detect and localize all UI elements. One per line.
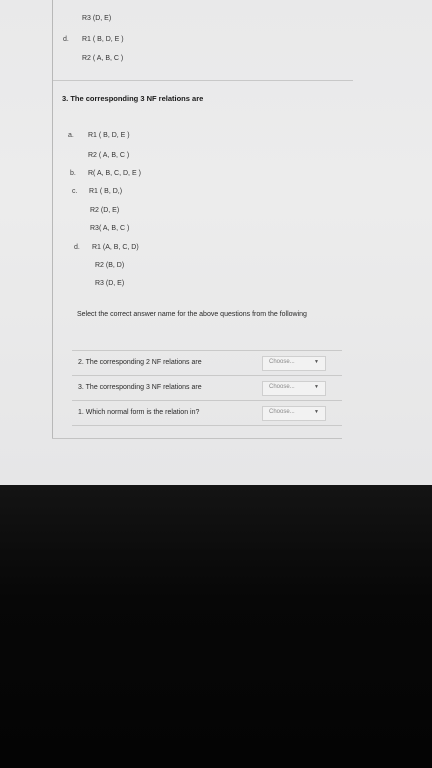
answer-select[interactable]: Choose... ▼ xyxy=(262,356,326,371)
option-line: R3 (D, E) xyxy=(82,15,112,22)
dropdown-arrow-icon: ▼ xyxy=(314,359,319,365)
option-c-line: R3( A, B, C ) xyxy=(90,225,130,232)
question-3-heading: 3. The corresponding 3 NF relations are xyxy=(62,94,204,103)
option-d-line: R2 (B, D) xyxy=(95,262,125,269)
matching-question: 1. Which normal form is the relation in? xyxy=(78,409,200,416)
matching-question: 2. The corresponding 2 NF relations are xyxy=(78,359,202,366)
matching-table: 2. The corresponding 2 NF relations are … xyxy=(72,350,342,426)
section-divider xyxy=(53,80,353,81)
select-value: Choose... xyxy=(269,384,295,390)
content-border-bottom xyxy=(52,438,342,439)
select-value: Choose... xyxy=(269,409,295,415)
option-line: R1 ( B, D, E ) xyxy=(82,36,124,43)
option-a-line: R2 ( A, B, C ) xyxy=(88,152,130,159)
monitor-bezel xyxy=(0,485,432,768)
option-line: R2 ( A, B, C ) xyxy=(82,55,124,62)
option-d-line: R1 (A, B, C, D) xyxy=(92,244,139,251)
option-letter: d. xyxy=(63,36,69,43)
matching-row: 3. The corresponding 3 NF relations are … xyxy=(72,375,342,400)
answer-select[interactable]: Choose... ▼ xyxy=(262,381,326,396)
option-b-letter: b. xyxy=(70,170,76,177)
content-border-left xyxy=(52,0,53,438)
quiz-page: R3 (D, E) d. R1 ( B, D, E ) R2 ( A, B, C… xyxy=(0,0,432,485)
dropdown-arrow-icon: ▼ xyxy=(314,384,319,390)
option-d-line: R3 (D, E) xyxy=(95,280,125,287)
select-value: Choose... xyxy=(269,359,295,365)
option-c-letter: c. xyxy=(72,188,78,195)
option-d-letter: d. xyxy=(74,244,80,251)
option-a-letter: a. xyxy=(68,132,74,139)
option-c-line: R1 ( B, D,) xyxy=(89,188,123,195)
answer-select[interactable]: Choose... ▼ xyxy=(262,406,326,421)
option-c-line: R2 (D, E) xyxy=(90,207,120,214)
matching-instruction: Select the correct answer name for the a… xyxy=(77,311,307,318)
matching-question: 3. The corresponding 3 NF relations are xyxy=(78,384,202,391)
matching-row: 1. Which normal form is the relation in?… xyxy=(72,400,342,426)
option-b-line: R( A, B, C, D, E ) xyxy=(88,170,141,177)
option-a-line: R1 ( B, D, E ) xyxy=(88,132,130,139)
matching-row: 2. The corresponding 2 NF relations are … xyxy=(72,350,342,375)
dropdown-arrow-icon: ▼ xyxy=(314,409,319,415)
